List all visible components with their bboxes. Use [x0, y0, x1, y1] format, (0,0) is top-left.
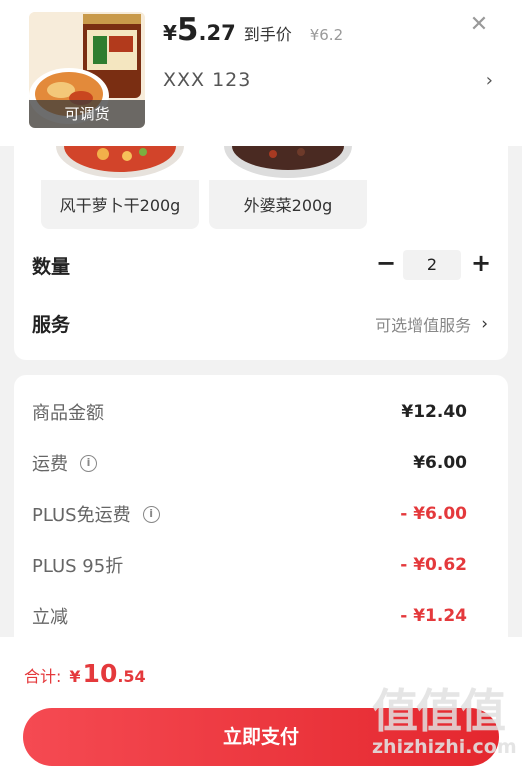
- amount-value: ¥6.00: [413, 453, 467, 473]
- quantity-label: 数量: [32, 256, 71, 278]
- chevron-right-icon: ›: [485, 69, 493, 91]
- info-icon[interactable]: i: [80, 454, 97, 472]
- quantity-input[interactable]: 2: [403, 250, 461, 280]
- price-integer: 5: [176, 12, 199, 48]
- option-image: [209, 146, 367, 180]
- total-label: 合计:: [24, 667, 62, 686]
- spec-card: 风干萝卜干200g 外婆菜200g 数量 − 2 + 服务 可选增值服务 ›: [14, 146, 508, 360]
- amount-label: 立减: [32, 601, 68, 631]
- amount-value: ¥12.40: [401, 402, 467, 422]
- amount-label: 运费 i: [32, 448, 97, 478]
- watermark-text: zhizhizhi.com: [372, 736, 517, 758]
- service-label: 服务: [32, 314, 71, 336]
- amount-card: 商品金额 ¥12.40 运费 i ¥6.00 PLUS免运费 i - ¥6.00 P…: [14, 375, 508, 637]
- final-price-tag: 到手价: [243, 25, 292, 44]
- original-price: ¥6.2: [309, 26, 344, 44]
- chevron-right-icon: ›: [481, 314, 488, 334]
- product-header: 可调货 ¥ 5 .27 到手价 ¥6.2 ✕ XXX 123 ›: [0, 0, 522, 146]
- close-icon[interactable]: ✕: [468, 14, 490, 36]
- price-decimal: .27: [198, 21, 236, 45]
- watermark: 值值值 zhizhizhi.com: [372, 686, 518, 758]
- amount-label-text: 立减: [32, 607, 68, 628]
- option-label: 风干萝卜干200g: [59, 196, 181, 215]
- amount-row: 商品金额 ¥12.40: [14, 397, 508, 427]
- info-icon[interactable]: i: [142, 505, 160, 523]
- option-item[interactable]: 风干萝卜干200g: [41, 146, 199, 229]
- amount-label: PLUS免运费 i: [32, 499, 160, 529]
- total-amount: 合计: ¥ 10 .54: [24, 659, 146, 688]
- watermark-logo: 值值值: [372, 684, 506, 738]
- total-decimal: .54: [117, 667, 146, 686]
- option-label: 外婆菜200g: [243, 196, 333, 215]
- amount-value: - ¥1.24: [400, 606, 467, 626]
- amount-label: PLUS 95折: [32, 550, 123, 580]
- amount-value: - ¥6.00: [400, 504, 467, 524]
- service-hint: 可选增值服务: [375, 316, 472, 335]
- amount-row: 立减 - ¥1.24: [14, 601, 508, 631]
- price-row: ¥ 5 .27 到手价 ¥6.2: [163, 12, 343, 52]
- amount-label-text: PLUS 95折: [32, 556, 124, 577]
- amount-label-text: PLUS免运费: [32, 505, 131, 526]
- transfer-stock-badge: 可调货: [29, 100, 145, 128]
- amount-row: 运费 i ¥6.00: [14, 448, 508, 478]
- amount-row: PLUS免运费 i - ¥6.00: [14, 499, 508, 529]
- amount-label: 商品金额: [32, 397, 104, 427]
- amount-label-text: 运费: [32, 454, 68, 475]
- total-integer: 10: [82, 659, 118, 688]
- amount-value: - ¥0.62: [400, 555, 467, 575]
- amount-label-text: 商品金额: [32, 403, 104, 424]
- minus-icon[interactable]: −: [374, 250, 398, 276]
- option-image: [41, 146, 199, 180]
- price-currency: ¥: [163, 21, 177, 45]
- service-selector[interactable]: 可选增值服务 ›: [375, 312, 488, 336]
- total-currency: ¥: [69, 667, 81, 686]
- selected-variant: XXX 123: [163, 69, 252, 91]
- amount-row: PLUS 95折 - ¥0.62: [14, 550, 508, 580]
- option-item[interactable]: 外婆菜200g: [209, 146, 367, 229]
- selected-variant-row[interactable]: XXX 123 ›: [163, 66, 493, 94]
- plus-icon[interactable]: +: [469, 250, 493, 276]
- product-thumbnail[interactable]: 可调货: [29, 12, 145, 128]
